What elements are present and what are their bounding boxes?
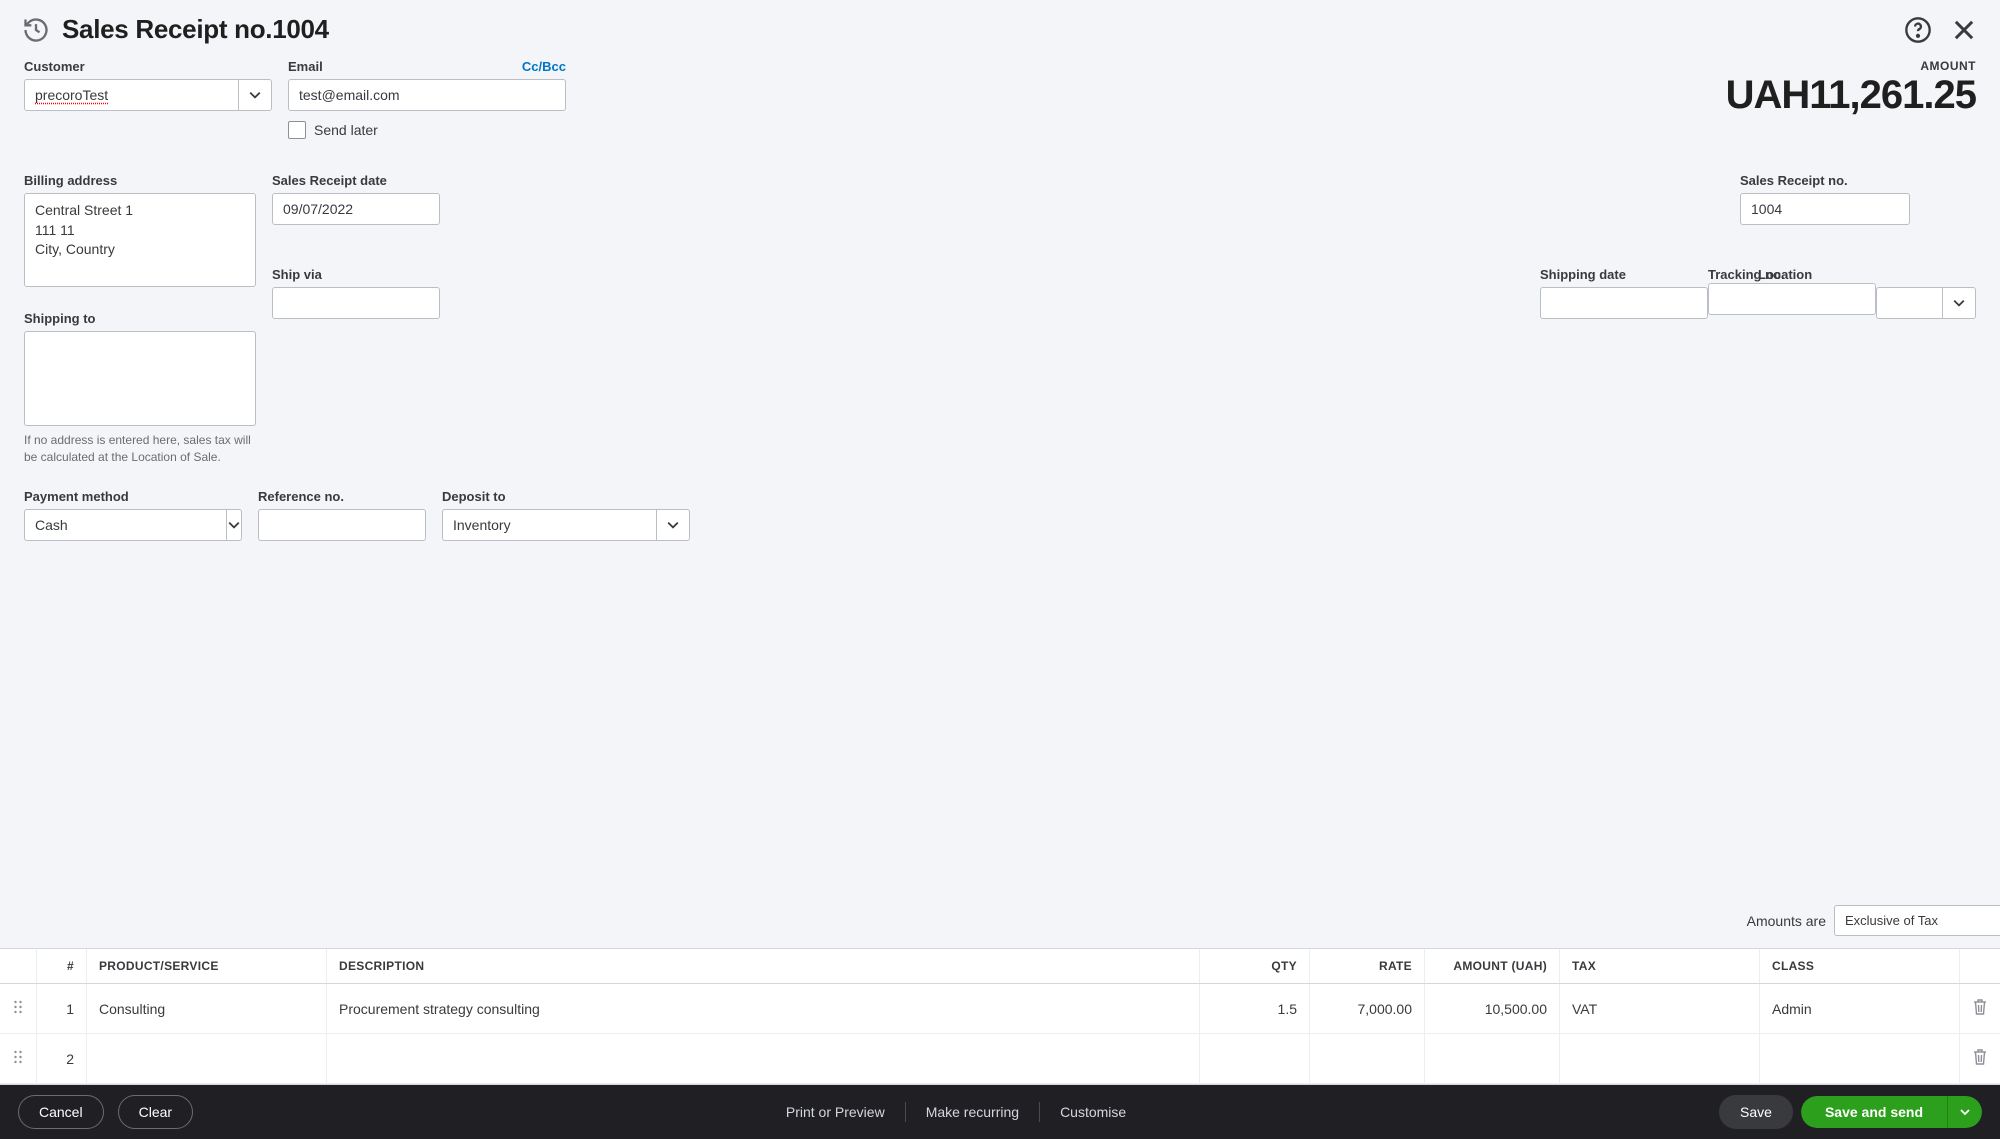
trash-icon[interactable]	[1972, 998, 1988, 1016]
customise-link[interactable]: Customise	[1044, 1104, 1142, 1120]
payment-method-input[interactable]	[24, 509, 226, 541]
clear-button[interactable]: Clear	[118, 1095, 193, 1129]
row-num: 2	[37, 1034, 87, 1084]
drag-handle-icon[interactable]	[12, 1050, 24, 1064]
shipping-to-input[interactable]	[24, 331, 256, 425]
amount-value: UAH11,261.25	[1726, 73, 1976, 118]
page-header: Sales Receipt no.1004	[0, 0, 2000, 59]
row-rate[interactable]: 7,000.00	[1310, 984, 1425, 1034]
deposit-to-select[interactable]	[442, 509, 690, 541]
billing-address-input[interactable]	[24, 193, 256, 287]
receipt-date-input[interactable]	[272, 193, 440, 225]
receipt-no-label: Sales Receipt no.	[1740, 173, 1910, 188]
row-tax[interactable]	[1560, 1034, 1760, 1084]
receipt-date-label: Sales Receipt date	[272, 173, 440, 188]
row-tax[interactable]: VAT	[1560, 984, 1760, 1034]
reference-no-label: Reference no.	[258, 489, 426, 504]
chevron-down-icon[interactable]	[656, 509, 690, 541]
location-label: Location	[1758, 267, 1812, 282]
location-select[interactable]	[1876, 287, 1976, 319]
payment-method-select[interactable]	[24, 509, 242, 541]
row-num: 1	[37, 984, 87, 1034]
col-product: PRODUCT/SERVICE	[87, 949, 327, 984]
row-amount[interactable]	[1425, 1034, 1560, 1084]
customer-value: precoroTest	[35, 87, 108, 103]
customer-label: Customer	[24, 59, 272, 74]
ccbcc-link[interactable]: Cc/Bcc	[522, 59, 566, 74]
reference-no-input[interactable]	[258, 509, 426, 541]
row-class[interactable]	[1760, 1034, 1960, 1084]
amounts-are-label: Amounts are	[1747, 913, 1826, 929]
shipping-date-label: Shipping date	[1540, 267, 1708, 282]
amount-summary: AMOUNT UAH11,261.25	[1726, 59, 1976, 139]
history-icon[interactable]	[22, 16, 50, 44]
close-icon[interactable]	[1950, 16, 1978, 44]
divider	[905, 1102, 906, 1122]
chevron-down-icon[interactable]	[1942, 287, 1976, 319]
row-qty[interactable]: 1.5	[1200, 984, 1310, 1034]
ship-via-label: Ship via	[272, 267, 440, 282]
table-row[interactable]: 1 Consulting Procurement strategy consul…	[0, 984, 2000, 1034]
row-description[interactable]	[327, 1034, 1200, 1084]
divider	[1039, 1102, 1040, 1122]
chevron-down-icon[interactable]	[226, 509, 242, 541]
shipping-date-input[interactable]	[1540, 287, 1708, 319]
row-description[interactable]: Procurement strategy consulting	[327, 984, 1200, 1034]
col-class: CLASS	[1760, 949, 1960, 984]
customer-select[interactable]: precoroTest	[24, 79, 272, 111]
shipping-helper-text: If no address is entered here, sales tax…	[24, 432, 254, 466]
save-and-send-dropdown[interactable]	[1947, 1096, 1982, 1128]
line-items-table: # PRODUCT/SERVICE DESCRIPTION QTY RATE A…	[0, 948, 2000, 1085]
send-later-label: Send later	[314, 122, 378, 138]
location-input[interactable]	[1876, 287, 1942, 319]
email-label: Email	[288, 59, 323, 74]
billing-address-label: Billing address	[24, 173, 256, 188]
tracking-no-input[interactable]	[1708, 283, 1876, 315]
ship-via-input[interactable]	[272, 287, 440, 319]
drag-handle-icon[interactable]	[12, 1000, 24, 1014]
col-tax: TAX	[1560, 949, 1760, 984]
footer-bar: Cancel Clear Print or Preview Make recur…	[0, 1085, 2000, 1139]
amount-label: AMOUNT	[1726, 59, 1976, 73]
col-description: DESCRIPTION	[327, 949, 1200, 984]
amounts-are-select[interactable]	[1834, 905, 1976, 936]
payment-method-label: Payment method	[24, 489, 242, 504]
row-product[interactable]: Consulting	[87, 984, 327, 1034]
help-icon[interactable]	[1904, 16, 1932, 44]
table-row[interactable]: 2	[0, 1034, 2000, 1084]
deposit-to-input[interactable]	[442, 509, 656, 541]
print-preview-link[interactable]: Print or Preview	[770, 1104, 901, 1120]
save-button[interactable]: Save	[1719, 1095, 1793, 1129]
col-amount: AMOUNT (UAH)	[1425, 949, 1560, 984]
page-title: Sales Receipt no.1004	[62, 14, 329, 45]
col-num: #	[37, 949, 87, 984]
chevron-down-icon[interactable]	[238, 79, 272, 111]
email-input[interactable]	[288, 79, 566, 111]
send-later-checkbox[interactable]	[288, 121, 306, 139]
row-class[interactable]: Admin	[1760, 984, 1960, 1034]
trash-icon[interactable]	[1972, 1048, 1988, 1066]
shipping-to-label: Shipping to	[24, 311, 256, 326]
make-recurring-link[interactable]: Make recurring	[910, 1104, 1035, 1120]
row-qty[interactable]	[1200, 1034, 1310, 1084]
deposit-to-label: Deposit to	[442, 489, 690, 504]
receipt-no-input[interactable]	[1740, 193, 1910, 225]
cancel-button[interactable]: Cancel	[18, 1095, 104, 1129]
row-product[interactable]	[87, 1034, 327, 1084]
col-rate: RATE	[1310, 949, 1425, 984]
col-qty: QTY	[1200, 949, 1310, 984]
save-and-send-button[interactable]: Save and send	[1801, 1096, 1947, 1128]
row-amount[interactable]: 10,500.00	[1425, 984, 1560, 1034]
row-rate[interactable]	[1310, 1034, 1425, 1084]
amounts-are-input[interactable]	[1834, 905, 2000, 936]
